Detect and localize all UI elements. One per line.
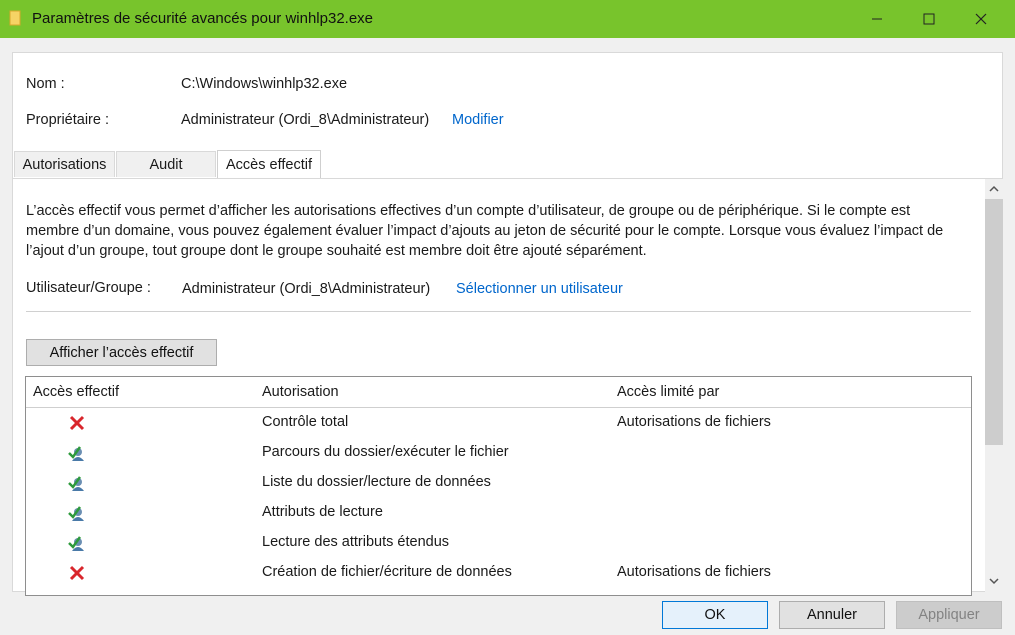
show-effective-access-button[interactable]: Afficher l’accès effectif (26, 339, 217, 366)
permission-cell: Parcours du dossier/exécuter le fichier (262, 444, 509, 460)
allowed-user-check-icon (68, 446, 84, 461)
user-group-label: Utilisateur/Groupe : (26, 280, 151, 296)
name-value: C:\Windows\winhlp32.exe (181, 76, 348, 92)
tab-divider (13, 178, 1002, 179)
tab-permissions[interactable]: Autorisations (14, 151, 115, 177)
table-row[interactable]: Liste du dossier/lecture de données (26, 468, 971, 498)
close-button[interactable] (958, 0, 1004, 38)
table-row[interactable]: Contrôle total Autorisations de fichiers (26, 408, 971, 438)
effective-access-description: L’accès effectif vous permet d’afficher … (26, 203, 944, 259)
close-icon (975, 13, 987, 25)
ok-button[interactable]: OK (662, 601, 768, 629)
table-row[interactable]: Parcours du dossier/exécuter le fichier (26, 438, 971, 468)
permission-cell: Liste du dossier/lecture de données (262, 474, 491, 490)
user-group-value: Administrateur (Ordi_8\Administrateur) (182, 281, 431, 297)
minimize-icon (872, 18, 882, 20)
table-row[interactable]: Création de fichier/écriture de données … (26, 558, 971, 588)
minimize-button[interactable] (854, 0, 900, 38)
change-owner-link[interactable]: Modifier (452, 112, 504, 128)
permission-cell: Contrôle total (262, 414, 349, 430)
select-user-link[interactable]: Sélectionner un utilisateur (456, 281, 623, 297)
limited-by-cell: Autorisations de fichiers (617, 564, 771, 580)
table-row[interactable]: Lecture des attributs étendus (26, 528, 971, 558)
scroll-up-icon[interactable] (989, 184, 999, 194)
denied-x-icon (69, 415, 85, 431)
column-limited-by[interactable]: Accès limité par (617, 384, 719, 400)
apply-button[interactable]: Appliquer (896, 601, 1002, 629)
title-bar: Paramètres de sécurité avancés pour winh… (0, 0, 1015, 38)
main-panel: Nom : C:\Windows\winhlp32.exe Propriétai… (12, 52, 1003, 596)
limited-by-cell: Autorisations de fichiers (617, 414, 771, 430)
allowed-user-check-icon (68, 476, 84, 491)
window-title: Paramètres de sécurité avancés pour winh… (32, 10, 374, 27)
scrollbar-thumb[interactable] (985, 199, 1003, 445)
allowed-user-check-icon (68, 536, 84, 551)
column-effective-access[interactable]: Accès effectif (33, 384, 119, 400)
name-label: Nom : (26, 76, 65, 92)
tab-effective-access[interactable]: Accès effectif (217, 150, 321, 178)
effective-access-table: Accès effectif Autorisation Accès limité… (25, 376, 972, 596)
show-effective-access-label: Afficher l’accès effectif (49, 344, 194, 361)
section-separator (26, 311, 971, 312)
maximize-button[interactable] (906, 0, 952, 38)
apply-label: Appliquer (918, 607, 980, 623)
cancel-label: Annuler (807, 607, 857, 623)
scroll-down-icon[interactable] (989, 576, 999, 586)
owner-label: Propriétaire : (26, 112, 110, 128)
tab-permissions-label: Autorisations (22, 156, 107, 173)
table-row[interactable]: Attributs de lecture (26, 498, 971, 528)
permission-cell: Attributs de lecture (262, 504, 383, 520)
tab-effective-access-label: Accès effectif (226, 156, 312, 173)
table-header: Accès effectif Autorisation Accès limité… (26, 377, 971, 408)
denied-x-icon (69, 565, 85, 581)
tab-audit[interactable]: Audit (116, 151, 216, 177)
maximize-icon (923, 13, 935, 25)
permission-cell: Création de fichier/écriture de données (262, 564, 512, 580)
cancel-button[interactable]: Annuler (779, 601, 885, 629)
owner-value: Administrateur (Ordi_8\Administrateur) (181, 112, 430, 128)
folder-icon (9, 10, 21, 26)
vertical-scrollbar[interactable] (985, 179, 1003, 592)
ok-label: OK (704, 607, 726, 623)
allowed-user-check-icon (68, 506, 84, 521)
column-permission[interactable]: Autorisation (262, 384, 339, 400)
permission-cell: Lecture des attributs étendus (262, 534, 450, 550)
tab-audit-label: Audit (149, 156, 183, 173)
